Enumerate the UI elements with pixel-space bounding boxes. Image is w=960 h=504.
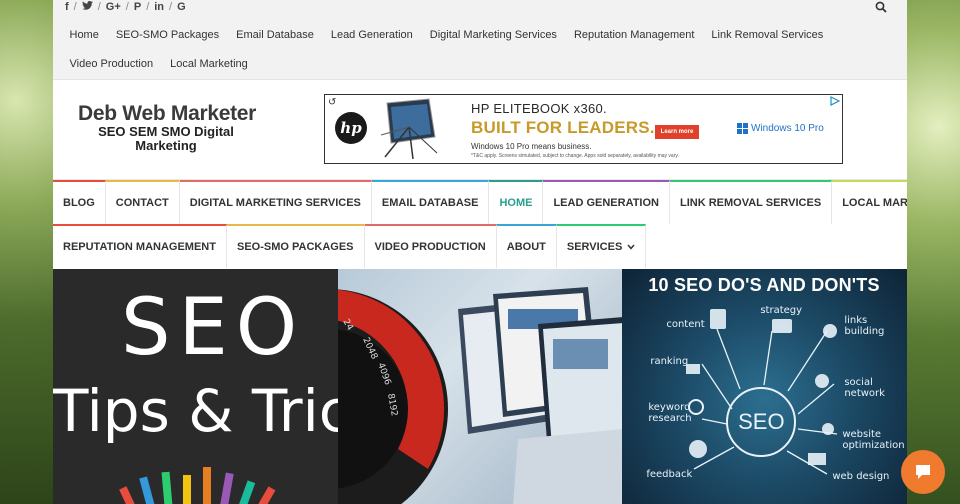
nav-item-services[interactable]: SERVICES	[556, 224, 647, 268]
banner-ad[interactable]: ↺ hp HP ELITEBOOK x360. BUILT FOR LEADER…	[324, 94, 843, 164]
infographic-arrows	[686, 309, 838, 475]
topmenu-video-production[interactable]: Video Production	[61, 51, 162, 80]
nav-item-label: SEO-SMO PACKAGES	[236, 241, 354, 253]
chat-icon	[916, 465, 930, 479]
google-plus-icon[interactable]: G+	[106, 1, 121, 13]
nav-item-local-marketing[interactable]: LOCAL MARKETING	[832, 180, 907, 224]
refresh-icon[interactable]: ↺	[328, 97, 336, 108]
top-bar: f / / G+ / P / in / G Home SEO-SMO Packages …	[53, 0, 907, 80]
pinterest-icon[interactable]: P	[134, 1, 141, 13]
nav-item-contact[interactable]: CONTACT	[105, 180, 180, 224]
topmenu-reputation-management[interactable]: Reputation Management	[565, 22, 702, 51]
adchoices-icon[interactable]	[830, 96, 840, 106]
site-header: Deb Web Marketer SEO SEM SMO Digital Mar…	[53, 80, 907, 180]
nav-item-label: LINK REMOVAL SERVICES	[679, 197, 822, 209]
nav-item-blog[interactable]: BLOG	[53, 180, 106, 224]
top-menu: Home SEO-SMO Packages Email Database Lea…	[61, 22, 861, 80]
topmenu-local-marketing[interactable]: Local Marketing	[162, 51, 257, 80]
nav-item-label: ABOUT	[506, 241, 546, 253]
separator: /	[97, 1, 101, 13]
ad-headline: HP ELITEBOOK x360.	[471, 101, 607, 116]
topmenu-seo-smo-packages[interactable]: SEO-SMO Packages	[107, 22, 227, 51]
topmenu-digital-marketing-services[interactable]: Digital Marketing Services	[421, 22, 565, 51]
chat-button[interactable]	[901, 450, 945, 494]
hp-logo: hp	[335, 112, 367, 144]
nav-item-label: HOME	[499, 197, 533, 209]
ad-subheadline: BUILT FOR LEADERS.	[471, 118, 655, 137]
background-left	[0, 0, 53, 504]
search-icon[interactable]	[875, 0, 889, 14]
topmenu-link-removal-services[interactable]: Link Removal Services	[703, 22, 832, 51]
nav-item-label: REPUTATION MANAGEMENT	[63, 241, 216, 253]
twitter-icon[interactable]	[81, 1, 93, 13]
tips-heading: Tips & Tricks	[53, 377, 338, 445]
nav-item-lead-generation[interactable]: LEAD GENERATION	[543, 180, 670, 224]
separator: /	[146, 1, 150, 13]
seo-dos-donts-image[interactable]: 10 SEO DO'S AND DON'TS SEO content strat…	[622, 269, 907, 504]
bar-graphic	[119, 467, 276, 504]
ad-text: Windows 10 Pro means business.	[471, 142, 592, 151]
main-nav-row: BLOG CONTACT DIGITAL MARKETING SERVICES EMA…	[53, 180, 907, 224]
facebook-icon[interactable]: f	[65, 1, 69, 13]
site-tagline: SEO SEM SMO Digital Marketing	[98, 124, 234, 153]
separator: /	[73, 1, 77, 13]
topmenu-lead-generation[interactable]: Lead Generation	[322, 22, 421, 51]
nav-item-home[interactable]: HOME	[489, 180, 544, 224]
separator: /	[169, 1, 173, 13]
nav-item-label: EMAIL DATABASE	[381, 197, 479, 209]
nav-item-seo-smo-packages[interactable]: SEO-SMO PACKAGES	[226, 224, 365, 268]
nav-item-label: LEAD GENERATION	[553, 197, 659, 209]
nav-item-email-database[interactable]: EMAIL DATABASE	[371, 180, 490, 224]
social-links: f / / G+ / P / in / G	[62, 0, 189, 14]
featured-images: SEO Tips & Tricks 24 2048	[53, 269, 907, 504]
windows-logo: Windows 10 Pro	[737, 123, 824, 134]
google-icon[interactable]: G	[177, 1, 186, 13]
main-nav-row: REPUTATION MANAGEMENT SEO-SMO PACKAGES VID…	[53, 224, 907, 268]
windows-label: Windows 10 Pro	[751, 123, 824, 134]
separator: /	[125, 1, 129, 13]
background-right	[907, 0, 960, 504]
nav-item-video-production[interactable]: VIDEO PRODUCTION	[364, 224, 497, 268]
nav-item-label: DIGITAL MARKETING SERVICES	[189, 197, 361, 209]
nav-item-digital-marketing-services[interactable]: DIGITAL MARKETING SERVICES	[179, 180, 372, 224]
laptop-image	[380, 98, 438, 160]
nav-item-label: LOCAL MARKETING	[842, 197, 907, 209]
site-title[interactable]: Deb Web Marketer	[78, 102, 256, 126]
seo-tips-image[interactable]: SEO Tips & Tricks	[53, 269, 338, 504]
nav-item-label: VIDEO PRODUCTION	[374, 241, 486, 253]
nav-item-about[interactable]: ABOUT	[496, 224, 557, 268]
windows-icon	[737, 123, 748, 134]
topmenu-email-database[interactable]: Email Database	[228, 22, 323, 51]
seo-heading: SEO	[121, 283, 306, 373]
linkedin-icon[interactable]: in	[154, 1, 164, 13]
nav-item-reputation-management[interactable]: REPUTATION MANAGEMENT	[53, 224, 227, 268]
nav-item-label: BLOG	[63, 197, 95, 209]
nav-item-link-removal-services[interactable]: LINK REMOVAL SERVICES	[669, 180, 833, 224]
chevron-down-icon	[627, 243, 635, 252]
speedometer-graphic: 24 2048 4096 8192	[337, 287, 623, 504]
nav-item-label: CONTACT	[115, 197, 169, 209]
main-nav: BLOG CONTACT DIGITAL MARKETING SERVICES EMA…	[53, 180, 907, 270]
web-speed-image[interactable]: 24 2048 4096 8192	[337, 269, 623, 504]
page-container: f / / G+ / P / in / G Home SEO-SMO Packages …	[53, 0, 907, 504]
nav-item-label: SERVICES	[566, 241, 623, 253]
learn-more-button[interactable]: Learn more	[655, 125, 699, 139]
topmenu-home[interactable]: Home	[61, 22, 107, 51]
ad-disclaimer: *T&C apply. Screens simulated, subject t…	[471, 153, 679, 159]
